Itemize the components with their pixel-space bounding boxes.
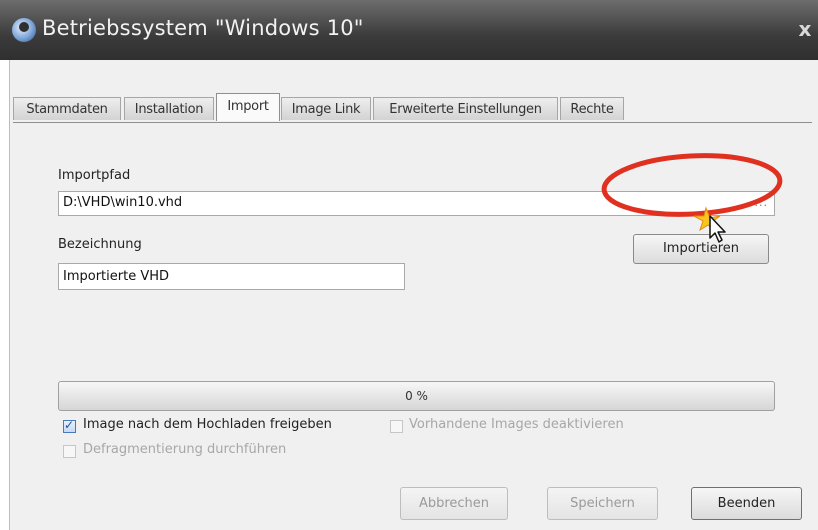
dialog-client-area: Stammdaten Installation Import Image Lin… — [9, 60, 818, 530]
import-button[interactable]: Importieren — [633, 234, 769, 264]
deactivate-existing-checkbox — [390, 420, 403, 433]
progress-label: 0 % — [405, 389, 428, 403]
import-path-label: Importpfad — [58, 168, 131, 183]
progress-bar: 0 % — [58, 381, 775, 411]
import-tab-panel: Importpfad D:\VHD\win10.vhd ... Bezeichn… — [13, 122, 812, 523]
name-input[interactable]: Importierte VHD — [58, 263, 405, 290]
defragment-label: Defragmentierung durchführen — [83, 442, 287, 457]
release-after-upload-label[interactable]: Image nach dem Hochladen freigeben — [83, 417, 332, 432]
window-title: Betriebssystem "Windows 10" — [42, 16, 364, 40]
import-path-value: D:\VHD\win10.vhd — [63, 195, 183, 210]
browse-icon[interactable]: ... — [755, 192, 769, 214]
dialog-window: Betriebssystem "Windows 10" x Stammdaten… — [0, 0, 818, 530]
save-button: Speichern — [547, 487, 658, 520]
tab-stammdaten[interactable]: Stammdaten — [13, 97, 121, 120]
tab-erweiterte-einstellungen[interactable]: Erweiterte Einstellungen — [373, 97, 558, 120]
app-logo-icon — [12, 18, 36, 42]
close-button[interactable]: Beenden — [691, 487, 802, 520]
name-label: Bezeichnung — [58, 237, 142, 252]
tab-rechte[interactable]: Rechte — [560, 97, 624, 120]
tab-image-link[interactable]: Image Link — [281, 97, 371, 120]
release-after-upload-checkbox[interactable] — [63, 418, 76, 433]
defragment-checkbox — [63, 445, 76, 458]
deactivate-existing-label: Vorhandene Images deaktivieren — [409, 417, 624, 432]
import-path-input[interactable]: D:\VHD\win10.vhd ... — [58, 191, 775, 216]
close-icon[interactable]: x — [792, 14, 818, 44]
title-bar[interactable]: Betriebssystem "Windows 10" x — [0, 0, 818, 60]
tab-installation[interactable]: Installation — [124, 97, 214, 120]
cancel-button: Abbrechen — [400, 487, 508, 520]
tab-import[interactable]: Import — [216, 93, 280, 121]
